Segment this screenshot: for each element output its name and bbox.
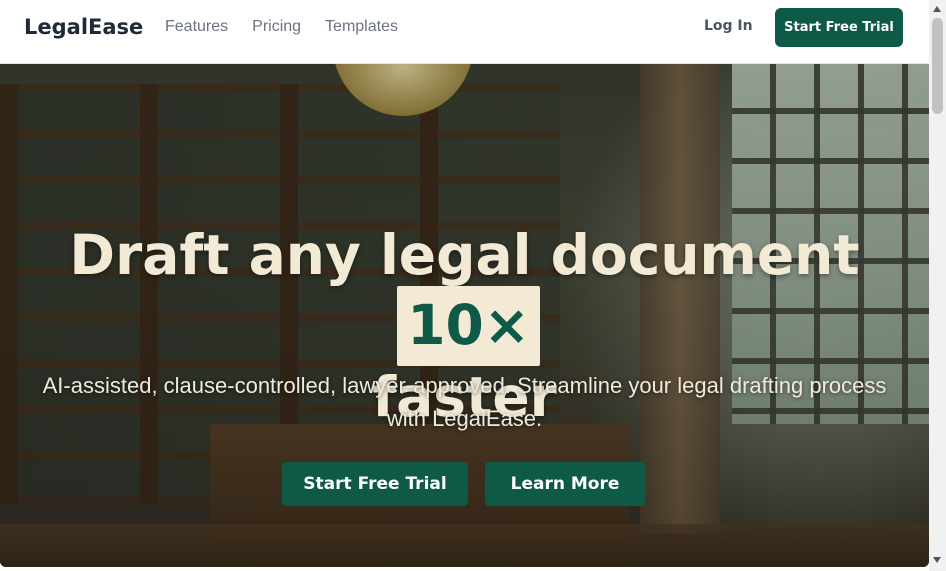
page-scrollbar[interactable] bbox=[929, 0, 946, 571]
hero-section: Draft any legal document10× faster AI-as… bbox=[0, 64, 929, 567]
headline-line-1: Draft any legal document10× bbox=[0, 224, 929, 366]
login-link[interactable]: Log In bbox=[704, 18, 753, 34]
learn-more-button[interactable]: Learn More bbox=[485, 462, 645, 506]
scroll-thumb[interactable] bbox=[932, 18, 943, 114]
main-nav: Features Pricing Templates bbox=[165, 18, 422, 36]
headline-text: Draft any legal document bbox=[69, 223, 860, 287]
start-free-trial-button-nav[interactable]: Start Free Trial bbox=[775, 8, 903, 47]
brand-logo[interactable]: LegalEase bbox=[24, 15, 143, 39]
hero-subheadline: AI-assisted, clause-controlled, lawyer-a… bbox=[42, 373, 887, 431]
speed-badge: 10× bbox=[397, 286, 540, 366]
scroll-up-icon[interactable] bbox=[933, 6, 941, 12]
scroll-down-icon[interactable] bbox=[933, 557, 941, 563]
nav-link-features[interactable]: Features bbox=[165, 18, 228, 36]
top-navbar: LegalEase Features Pricing Templates Log… bbox=[0, 0, 929, 64]
nav-link-templates[interactable]: Templates bbox=[325, 18, 398, 36]
start-free-trial-button[interactable]: Start Free Trial bbox=[282, 462, 468, 506]
nav-link-pricing[interactable]: Pricing bbox=[252, 18, 301, 36]
